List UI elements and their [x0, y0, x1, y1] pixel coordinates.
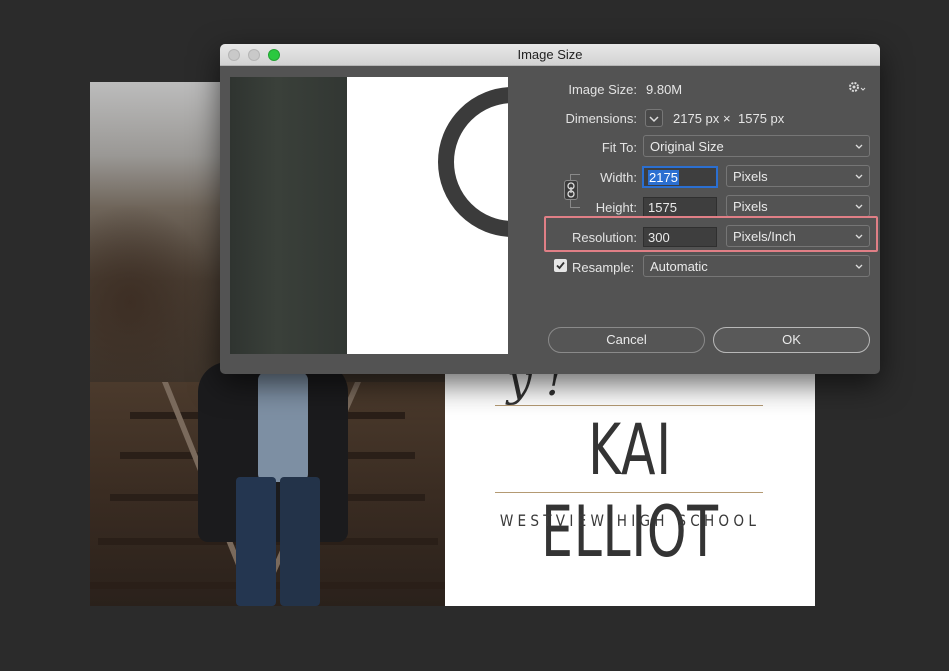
- divider-top: [495, 405, 763, 406]
- person-jeans: [280, 477, 320, 606]
- chevron-down-icon: [855, 144, 863, 149]
- resample-select[interactable]: Automatic: [643, 255, 870, 277]
- chevron-down-icon: [855, 204, 863, 209]
- preview-photo-strip: [230, 77, 347, 354]
- document-text-card: y ! KAI ELLIOT WESTVIEW HIGH SCHOOL: [445, 373, 815, 606]
- height-unit-select[interactable]: Pixels: [726, 195, 870, 217]
- image-preview[interactable]: [230, 77, 508, 354]
- person-jeans: [236, 477, 276, 606]
- width-input-value: 2175: [648, 170, 679, 185]
- resample-value: Automatic: [650, 259, 708, 274]
- height-unit-value: Pixels: [733, 199, 768, 214]
- dimensions-label: Dimensions:: [565, 111, 637, 126]
- image-size-dialog: Image Size Image Size: 9.80M Dimensions:…: [220, 44, 880, 374]
- fit-to-select[interactable]: Original Size: [643, 135, 870, 157]
- resample-checkbox[interactable]: [554, 259, 567, 272]
- fit-to-value: Original Size: [650, 139, 724, 154]
- width-unit-value: Pixels: [733, 169, 768, 184]
- image-size-value: 9.80M: [646, 82, 683, 97]
- chevron-down-icon: [855, 174, 863, 179]
- chevron-down-icon: [855, 264, 863, 269]
- divider-bottom: [495, 492, 763, 493]
- document-name: KAI ELLIOT: [541, 409, 719, 573]
- height-input[interactable]: 1575: [643, 197, 717, 217]
- resample-label: Resample:: [572, 260, 635, 275]
- dimensions-unit-toggle[interactable]: [645, 109, 663, 127]
- resolution-unit-value: Pixels/Inch: [733, 229, 796, 244]
- width-label: Width:: [600, 170, 637, 185]
- dialog-title: Image Size: [517, 47, 583, 62]
- checkbox-checked-icon: [556, 261, 565, 270]
- dialog-titlebar[interactable]: Image Size: [220, 44, 880, 66]
- resolution-label: Resolution:: [571, 230, 637, 245]
- chevron-down-icon: [649, 116, 659, 123]
- dimensions-width: 2175 px: [673, 111, 720, 126]
- width-input[interactable]: 2175: [643, 167, 717, 187]
- dimensions-height: 1575 px: [738, 111, 785, 126]
- dimensions-times: ×: [723, 111, 731, 126]
- resolution-unit-select[interactable]: Pixels/Inch: [726, 225, 870, 247]
- cancel-button[interactable]: Cancel: [548, 327, 705, 353]
- fit-to-label: Fit To:: [601, 140, 637, 155]
- width-unit-select[interactable]: Pixels: [726, 165, 870, 187]
- preview-ring-shape: [438, 87, 508, 237]
- gear-icon[interactable]: [848, 80, 868, 96]
- resolution-input[interactable]: 300: [643, 227, 717, 247]
- height-label: Height:: [595, 200, 637, 215]
- resolution-input-value: 300: [648, 230, 670, 245]
- chevron-down-icon: [855, 234, 863, 239]
- ok-button[interactable]: OK: [713, 327, 870, 353]
- image-size-label: Image Size:: [568, 82, 637, 97]
- person-shirt: [258, 372, 308, 482]
- script-fragment: y !: [507, 373, 564, 406]
- document-school: WESTVIEW HIGH SCHOOL: [499, 511, 761, 530]
- height-input-value: 1575: [648, 200, 677, 215]
